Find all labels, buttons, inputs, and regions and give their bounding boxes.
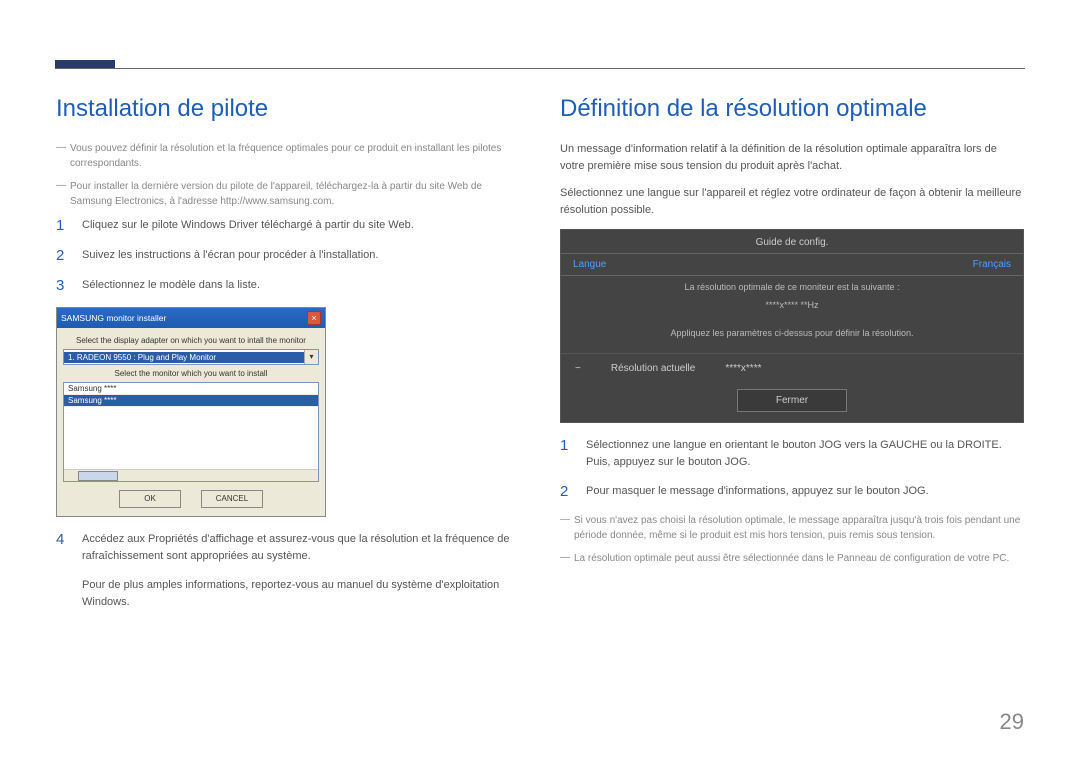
list-item[interactable]: Samsung **** (64, 395, 318, 407)
note: Vous pouvez définir la résolution et la … (56, 141, 520, 171)
step-text: Sélectionnez une langue en orientant le … (586, 437, 1024, 471)
chevron-down-icon[interactable]: ▾ (304, 350, 318, 364)
left-column: Installation de pilote Vous pouvez défin… (56, 95, 520, 611)
adapter-select[interactable]: 1. RADEON 9550 : Plug and Play Monitor ▾ (63, 349, 319, 365)
intro-text: Un message d'information relatif à la dé… (560, 141, 1024, 175)
osd-resolution-spec: ****x**** **Hz (561, 300, 1023, 322)
list-item[interactable]: Samsung **** (64, 383, 318, 395)
right-column: Définition de la résolution optimale Un … (560, 95, 1024, 611)
dialog-body: Select the display adapter on which you … (57, 328, 325, 516)
closing-text: Pour de plus amples informations, report… (82, 577, 520, 611)
page-number: 29 (1000, 709, 1024, 735)
close-icon[interactable]: × (307, 311, 321, 325)
cancel-button[interactable]: CANCEL (201, 490, 263, 508)
note: Si vous n'avez pas choisi la résolution … (560, 513, 1024, 543)
osd-current-res-label: Résolution actuelle (611, 362, 696, 375)
osd-current-res-value: ****x**** (725, 362, 761, 375)
step-text: Pour masquer le message d'informations, … (586, 483, 1024, 500)
dialog-label: Select the display adapter on which you … (63, 336, 319, 345)
ok-button[interactable]: OK (119, 490, 181, 508)
heading-left: Installation de pilote (56, 95, 520, 123)
osd-panel: Guide de config. Langue Français La réso… (560, 229, 1024, 423)
step: 3 Sélectionnez le modèle dans la liste. (56, 277, 520, 295)
step-number: 1 (56, 217, 70, 235)
dialog-button-row: OK CANCEL (63, 490, 319, 508)
step-number: 3 (56, 277, 70, 295)
osd-close-button[interactable]: Fermer (737, 389, 847, 412)
osd-message: La résolution optimale de ce moniteur es… (561, 276, 1023, 300)
horizontal-scrollbar[interactable] (64, 469, 318, 481)
header-rule (55, 68, 1025, 69)
step-text: Suivez les instructions à l'écran pour p… (82, 247, 520, 264)
osd-language-row[interactable]: Langue Français (561, 253, 1023, 276)
note: Pour installer la dernière version du pi… (56, 179, 520, 209)
osd-instruction: Appliquez les paramètres ci-dessus pour … (561, 322, 1023, 354)
note: La résolution optimale peut aussi être s… (560, 551, 1024, 566)
step-number: 4 (56, 531, 70, 549)
step: 1 Cliquez sur le pilote Windows Driver t… (56, 217, 520, 235)
step: 2 Pour masquer le message d'informations… (560, 483, 1024, 501)
osd-title: Guide de config. (561, 230, 1023, 253)
adapter-selected: 1. RADEON 9550 : Plug and Play Monitor (64, 352, 304, 363)
installer-dialog: SAMSUNG monitor installer × Select the d… (56, 307, 326, 517)
scrollbar-thumb[interactable] (78, 471, 118, 481)
header-accent (55, 60, 115, 68)
page-content: Installation de pilote Vous pouvez défin… (0, 0, 1080, 641)
osd-current-resolution-row: − Résolution actuelle ****x**** (561, 353, 1023, 389)
step-number: 2 (56, 247, 70, 265)
step-number: 2 (560, 483, 574, 501)
monitor-list[interactable]: Samsung **** Samsung **** (63, 382, 319, 482)
dialog-title: SAMSUNG monitor installer (61, 313, 166, 323)
osd-language-value: Français (973, 258, 1011, 271)
dialog-label: Select the monitor which you want to ins… (63, 369, 319, 378)
step: 4 Accédez aux Propriétés d'affichage et … (56, 531, 520, 565)
minus-icon: − (575, 362, 581, 375)
dialog-titlebar[interactable]: SAMSUNG monitor installer × (57, 308, 325, 328)
step: 2 Suivez les instructions à l'écran pour… (56, 247, 520, 265)
step: 1 Sélectionnez une langue en orientant l… (560, 437, 1024, 471)
step-text: Cliquez sur le pilote Windows Driver tél… (82, 217, 520, 234)
step-text: Accédez aux Propriétés d'affichage et as… (82, 531, 520, 565)
step-text: Sélectionnez le modèle dans la liste. (82, 277, 520, 294)
osd-language-label: Langue (573, 258, 606, 271)
heading-right: Définition de la résolution optimale (560, 95, 1024, 123)
step-number: 1 (560, 437, 574, 455)
intro-text: Sélectionnez une langue sur l'appareil e… (560, 185, 1024, 219)
